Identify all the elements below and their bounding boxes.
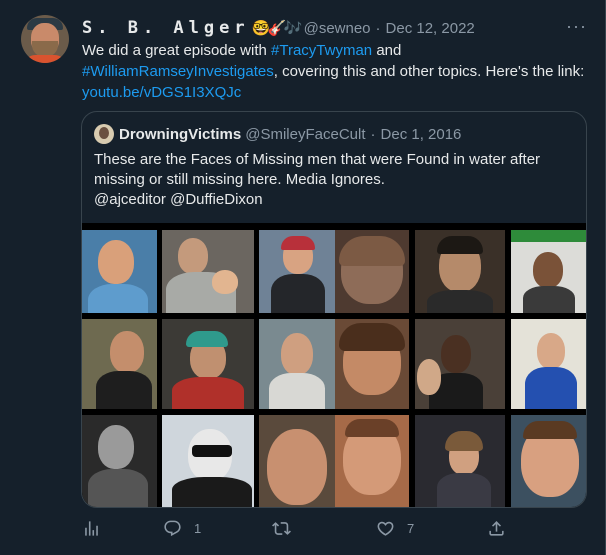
photo-tile — [415, 230, 505, 313]
quoted-date: Dec 1, 2016 — [380, 125, 462, 143]
like-button[interactable]: 7 — [376, 519, 414, 538]
user-handle[interactable]: @sewneo — [304, 20, 371, 37]
photo-tile — [162, 230, 254, 313]
tweet-header: S. B. Alger 🤓 🎸 🎶 @sewneo · Dec 12, 2022 — [82, 17, 475, 39]
tweet-text-intro: We did a great episode with — [82, 42, 272, 59]
photo-tile — [162, 415, 254, 507]
photo-tile — [335, 319, 409, 409]
photo-tile — [162, 319, 254, 409]
nerd-face-emoji-icon: 🤓 — [251, 20, 271, 37]
tweet-text-after: , covering this and other topics. Here's… — [273, 63, 585, 80]
retweet-icon — [272, 522, 291, 535]
quoted-separator-dot: · — [370, 125, 376, 143]
quoted-tweet-header: DrowningVictims @SmileyFaceCult · Dec 1,… — [94, 124, 461, 144]
youtube-link[interactable]: youtu.be/vDGS1I3XQJc — [82, 84, 241, 101]
quoted-text-line-2: missing or still missing here. Media Ign… — [94, 171, 385, 188]
hashtag-tracytwyman[interactable]: #TracyTwyman — [271, 42, 372, 59]
more-options-icon[interactable]: ··· — [566, 16, 587, 37]
reply-count: 1 — [194, 521, 202, 536]
quoted-tweet-text: These are the Faces of Missing men that … — [94, 150, 574, 210]
photo-tile — [259, 319, 335, 409]
reply-button[interactable]: 1 — [163, 519, 201, 538]
heart-icon — [377, 521, 394, 536]
photo-tile — [82, 319, 157, 409]
tweet-text-and: and — [372, 42, 402, 59]
hashtag-williamramseyinvestigates[interactable]: #WilliamRamseyInvestigates — [82, 63, 274, 80]
separator-dot: · — [375, 19, 381, 37]
share-icon — [489, 521, 504, 536]
name-emojis: 🤓 🎸 🎶 — [251, 19, 303, 37]
tweet-text: We did a great episode with #TracyTwyman… — [82, 40, 597, 103]
tweet-date[interactable]: Dec 12, 2022 — [386, 20, 475, 37]
analytics-icon — [85, 521, 98, 536]
tweet-container[interactable]: S. B. Alger 🤓 🎸 🎶 @sewneo · Dec 12, 2022… — [0, 0, 606, 555]
avatar-shirt — [25, 55, 65, 63]
photo-tile — [259, 415, 335, 507]
photo-tile — [82, 415, 157, 507]
photo-tile — [511, 319, 586, 409]
action-bar: 1 7 — [0, 519, 606, 543]
quoted-avatar — [94, 124, 114, 144]
music-notes-emoji-icon: 🎶 — [283, 20, 303, 37]
quoted-text-line-1: These are the Faces of Missing men that … — [94, 151, 541, 168]
photo-tile — [511, 415, 586, 507]
quoted-display-name: DrowningVictims — [119, 125, 242, 143]
share-button[interactable] — [487, 519, 506, 538]
guitar-emoji-icon: 🎸 — [267, 20, 287, 37]
photo-tile — [415, 415, 505, 507]
avatar[interactable] — [21, 15, 69, 63]
photo-tile — [335, 415, 409, 507]
quoted-tweet[interactable]: DrowningVictims @SmileyFaceCult · Dec 1,… — [81, 111, 587, 508]
quoted-text-line-3: @ajceditor @DuffieDixon — [94, 191, 263, 208]
photo-tile — [259, 230, 335, 313]
photo-tile — [511, 230, 586, 313]
photo-grid[interactable] — [82, 223, 586, 507]
quoted-handle: @SmileyFaceCult — [245, 125, 366, 143]
display-name[interactable]: S. B. Alger — [82, 18, 250, 38]
reply-icon — [164, 520, 181, 537]
retweet-button[interactable] — [272, 519, 291, 538]
photo-tile — [82, 230, 157, 313]
photo-tile — [335, 230, 409, 313]
views-button[interactable] — [82, 519, 101, 538]
photo-tile — [415, 319, 505, 409]
like-count: 7 — [407, 521, 415, 536]
